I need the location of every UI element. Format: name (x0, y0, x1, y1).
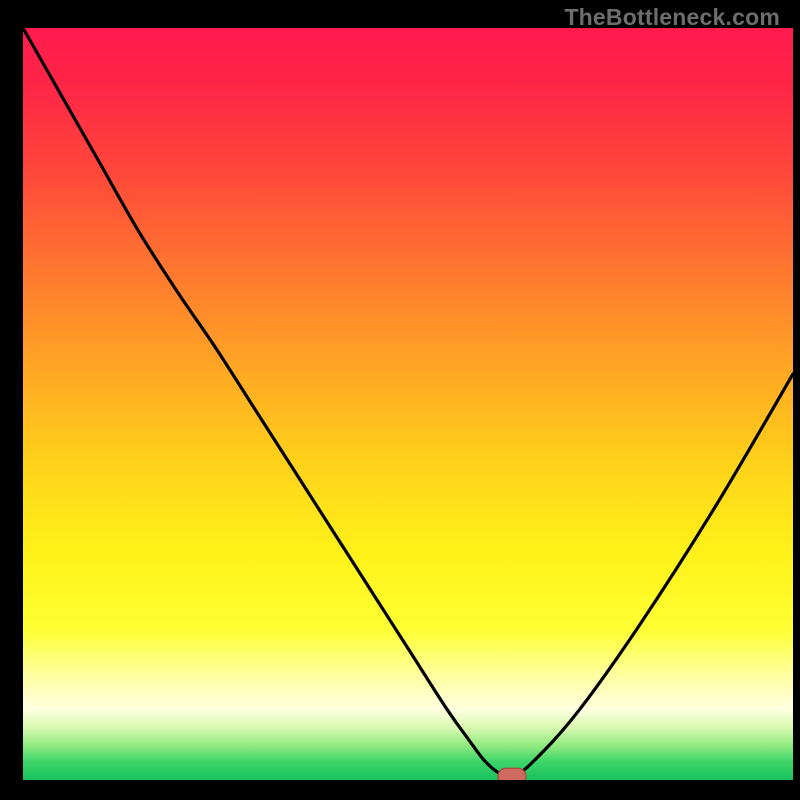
gradient-background (23, 28, 793, 780)
chart-svg (23, 28, 793, 780)
chart-plot-area (23, 28, 793, 780)
watermark-text: TheBottleneck.com (564, 4, 780, 31)
optimal-marker (498, 768, 526, 780)
chart-frame: TheBottleneck.com (0, 0, 800, 800)
